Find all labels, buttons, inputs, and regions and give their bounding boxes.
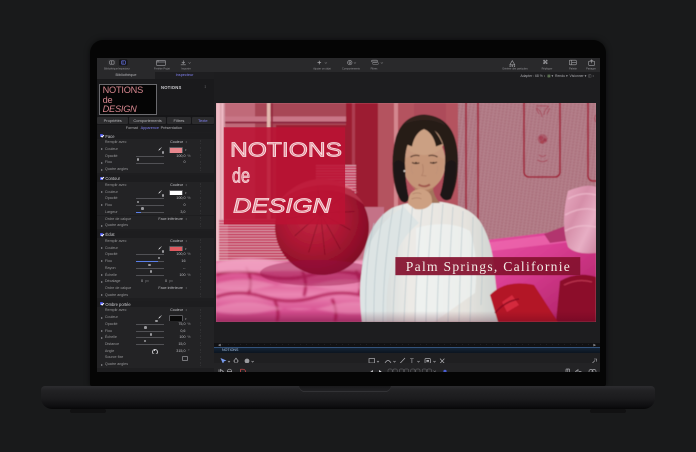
svg-text:DESIGN: DESIGN [233, 195, 331, 218]
svg-text:de: de [232, 166, 250, 188]
svg-text:NOTIONS: NOTIONS [230, 139, 342, 162]
svg-text:Palm Springs, Californie: Palm Springs, Californie [406, 259, 570, 274]
